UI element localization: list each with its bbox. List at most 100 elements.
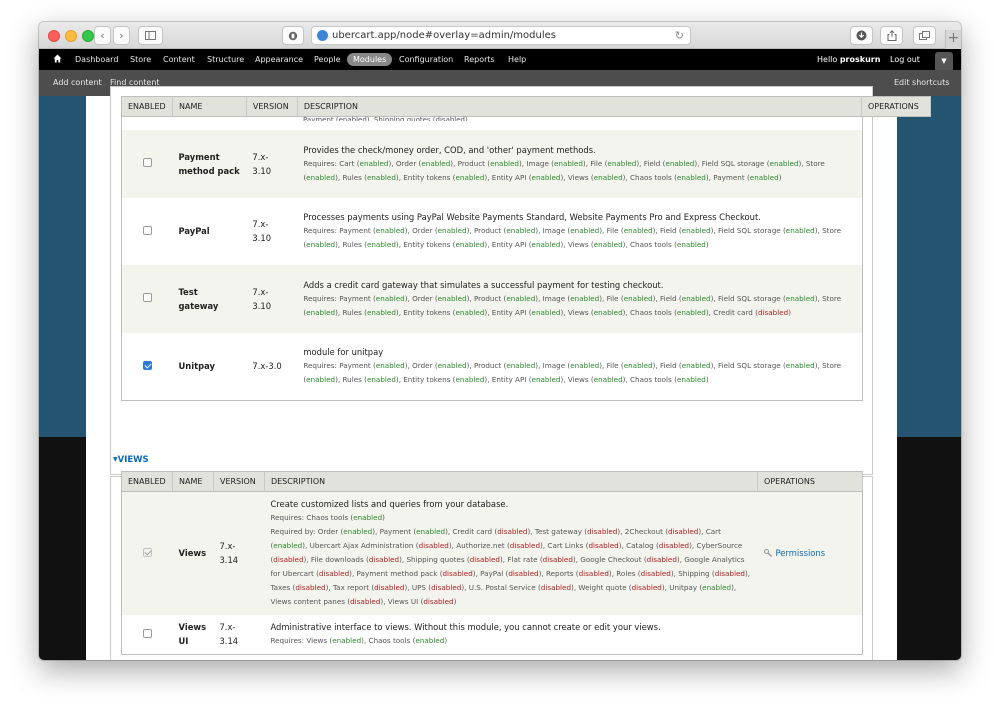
maximize-window-button[interactable] [82, 30, 94, 42]
required-by-module: Credit card ( [452, 527, 498, 537]
menu-help[interactable]: Help [508, 49, 526, 70]
dependency-status: enabled [593, 307, 623, 317]
toolbar-drawer-toggle[interactable]: ▼ [935, 52, 953, 70]
name-cell: Unitpay [172, 332, 247, 401]
menu-modules[interactable]: Modules [347, 53, 393, 66]
requires-module: Payment ( [339, 293, 376, 303]
menu-appearance[interactable]: Appearance [255, 49, 303, 70]
requires-label: Requires: [303, 361, 340, 371]
share-button[interactable] [880, 26, 903, 45]
dependency-sep: ), [380, 597, 388, 607]
dependency-status: enabled [593, 172, 623, 182]
minimize-window-button[interactable] [65, 30, 77, 42]
dependency-status: disabled [418, 541, 449, 551]
dependency-status: enabled [455, 172, 485, 182]
enabled-cell [121, 614, 173, 655]
module-name: Test gateway [178, 286, 219, 311]
dependency-status: enabled [375, 361, 405, 371]
dependency-status: disabled [542, 555, 573, 565]
table-row: Test gateway 7.x- 3.10 Adds a credit card g… [121, 264, 863, 333]
required-by-module: Tax report ( [332, 583, 375, 593]
address-bar[interactable]: ubercart.app/node#overlay=admin/modules … [311, 26, 691, 45]
menu-store[interactable]: Store [130, 49, 151, 70]
dependency-sep: ), [535, 226, 543, 235]
dependency-status: enabled [455, 240, 485, 249]
page-viewport: Dashboard Store Content Structure Appear… [39, 49, 961, 660]
new-tab-button[interactable]: + [945, 30, 961, 49]
dependency-status: disabled [540, 583, 572, 593]
menu-configuration[interactable]: Configuration [399, 49, 453, 70]
dependency-sep: ), [710, 226, 718, 235]
dependency-sep: ), [560, 307, 568, 317]
requires-module: File ( [590, 158, 608, 168]
forward-button[interactable]: › [113, 26, 130, 45]
home-icon[interactable] [53, 54, 62, 63]
privacy-shield-button[interactable] [282, 26, 304, 45]
menu-dashboard[interactable]: Dashboard [75, 49, 118, 70]
dependency-sep: ), [731, 583, 737, 593]
menu-content[interactable]: Content [163, 49, 195, 70]
reload-icon[interactable]: ↻ [675, 27, 684, 44]
dependency-status: enabled [531, 172, 561, 182]
dependency-sep: ), [710, 361, 718, 371]
back-button[interactable]: ‹ [94, 26, 111, 45]
requires-label: Requires: [270, 636, 307, 646]
dependency-status: enabled [676, 172, 706, 182]
dependency-status: enabled [531, 240, 561, 249]
module-checkbox[interactable] [142, 628, 152, 638]
permissions-label[interactable]: Permissions [776, 548, 826, 558]
header-name: NAME [172, 96, 247, 117]
module-name: Unitpay [178, 361, 215, 372]
dependency-status: enabled [306, 375, 336, 385]
views-header-description: DESCRIPTION [264, 471, 759, 492]
required-by-module: Weight quote ( [578, 583, 632, 593]
required-by-module: Authorize.net ( [456, 541, 510, 551]
requires-module: Product ( [473, 226, 507, 235]
module-checkbox[interactable] [142, 158, 152, 167]
browser-window: ‹ › ubercart.app/node#overlay=admin/modu… [39, 22, 961, 660]
dependency-sep: ), [652, 293, 660, 303]
module-checkbox[interactable] [142, 225, 152, 235]
requires-module: Entity API ( [491, 240, 532, 249]
name-cell: Payment method pack [172, 129, 247, 198]
version-cell: 7.x- 3.10 [246, 264, 298, 333]
dependency-sep: ), [560, 240, 568, 249]
menu-reports[interactable]: Reports [464, 49, 495, 70]
requires-module: Field ( [660, 226, 682, 235]
dependency-sep: ), [404, 583, 412, 593]
sidebar-toggle-button[interactable] [138, 26, 163, 45]
downloads-button[interactable] [850, 26, 873, 45]
dependency-sep: ) [453, 597, 457, 607]
admin-toolbar: Dashboard Store Content Structure Appear… [39, 49, 961, 70]
requires-module: Entity tokens ( [403, 307, 456, 317]
module-version-line2: 3.14 [219, 555, 239, 566]
dependency-sep: ), [466, 226, 474, 235]
version-cell: 7.x- 3.10 [246, 129, 298, 198]
module-checkbox[interactable] [142, 293, 152, 302]
dependency-status: enabled [359, 158, 389, 168]
chevron-left-icon: ‹ [100, 29, 105, 42]
dependency-sep: ) [778, 172, 782, 182]
dependency-status: enabled [455, 307, 485, 317]
views-section-toggle[interactable]: ▼VIEWS [113, 455, 149, 465]
logout-link[interactable]: Log out [890, 49, 920, 70]
username-link[interactable]: proskurn [840, 55, 881, 64]
requires-module: Chaos tools ( [630, 172, 677, 182]
menu-structure[interactable]: Structure [207, 49, 244, 70]
dependency-status: disabled [497, 527, 528, 537]
module-checkbox[interactable] [142, 360, 152, 370]
requires-label: Requires: [270, 513, 307, 523]
close-window-button[interactable] [48, 30, 60, 42]
permissions-link[interactable]: Permissions [763, 548, 826, 558]
dependency-sep: ), [466, 293, 474, 303]
requires-label: Requires: [303, 158, 340, 168]
menu-people[interactable]: People [314, 49, 341, 70]
edit-shortcuts-link[interactable]: Edit shortcuts [894, 70, 949, 96]
dependency-status: disabled [668, 527, 699, 537]
dependency-sep: ) [444, 636, 448, 646]
dependency-status: disabled [295, 583, 326, 593]
tabs-overview-button[interactable] [913, 26, 936, 45]
shortcut-add-content[interactable]: Add content [53, 70, 102, 96]
dependency-status: enabled [353, 513, 383, 523]
views-header-row: ENABLED NAME VERSION DESCRIPTION OPERATIONS [121, 471, 863, 492]
